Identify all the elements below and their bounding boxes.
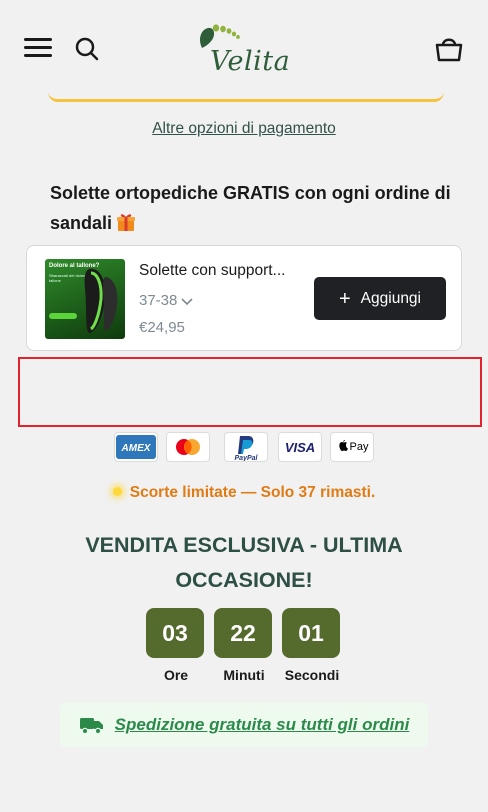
upsell-product-card: Dolore al tallone? Sbarazzati del dolore… — [26, 245, 462, 351]
countdown-seconds-value: 01 — [282, 608, 340, 658]
countdown-hours-value: 03 — [146, 608, 204, 658]
search-icon[interactable] — [74, 36, 100, 62]
free-shipping-link[interactable]: Spedizione gratuita su tutti gli ordini — [115, 715, 410, 735]
countdown-seconds: 01 Secondi — [282, 608, 342, 683]
upsell-title-text: Solette ortopediche GRATIS con ogni ordi… — [50, 183, 451, 233]
truck-icon — [79, 718, 103, 735]
brand-logo[interactable]: Velita — [192, 22, 302, 78]
product-thumbnail[interactable]: Dolore al tallone? Sbarazzati del dolore… — [45, 259, 125, 339]
gift-icon — [117, 214, 136, 231]
svg-text:VISA: VISA — [285, 440, 315, 455]
add-to-cart-button[interactable]: + Aggiungi — [314, 277, 446, 320]
header: Velita — [0, 0, 488, 92]
free-shipping-banner: Spedizione gratuita su tutti gli ordini — [60, 703, 428, 747]
variant-select[interactable]: 37-38 — [139, 292, 193, 309]
paypal-icon: PayPal — [224, 432, 268, 462]
product-price: €24,95 — [139, 319, 185, 336]
countdown-timer: 03 Ore 22 Minuti 01 Secondi — [0, 608, 488, 688]
payment-methods: AMEX PayPal VISA Pay — [0, 432, 488, 464]
plus-icon: + — [338, 287, 351, 310]
express-checkout-button-edge[interactable] — [48, 92, 444, 102]
stock-text: Scorte limitate — Solo 37 rimasti. — [129, 484, 376, 501]
countdown-minutes-value: 22 — [214, 608, 272, 658]
svg-text:Pay: Pay — [350, 441, 369, 453]
svg-text:PayPal: PayPal — [235, 455, 259, 461]
menu-icon[interactable] — [24, 36, 54, 60]
add-button-label: Aggiungi — [360, 289, 421, 307]
chevron-down-icon — [181, 298, 193, 306]
countdown-hours-label: Ore — [163, 667, 189, 683]
other-payment-options-link[interactable]: Altre opzioni di pagamento — [0, 120, 488, 138]
sale-title: VENDITA ESCLUSIVA - ULTIMA OCCASIONE! — [85, 533, 403, 592]
upsell-title: Solette ortopediche GRATIS con ogni ordi… — [50, 178, 470, 238]
stock-notice: Scorte limitate — Solo 37 rimasti. — [0, 484, 488, 502]
cart-icon[interactable] — [434, 34, 466, 64]
highlighted-empty-region — [18, 357, 482, 427]
brand-logo-text: Velita — [210, 46, 291, 77]
amex-icon: AMEX — [114, 432, 158, 462]
product-name: Solette con support... — [139, 262, 286, 279]
apple-pay-icon: Pay — [330, 432, 374, 462]
svg-text:AMEX: AMEX — [121, 443, 152, 454]
countdown-minutes: 22 Minuti — [214, 608, 274, 683]
visa-icon: VISA — [278, 432, 322, 462]
countdown-minutes-label: Minuti — [223, 667, 265, 683]
variant-value: 37-38 — [139, 292, 178, 309]
countdown-hours: 03 Ore — [146, 608, 206, 683]
countdown-seconds-label: Secondi — [284, 667, 340, 683]
pulse-dot-icon — [112, 487, 122, 496]
mastercard-icon — [166, 432, 210, 462]
